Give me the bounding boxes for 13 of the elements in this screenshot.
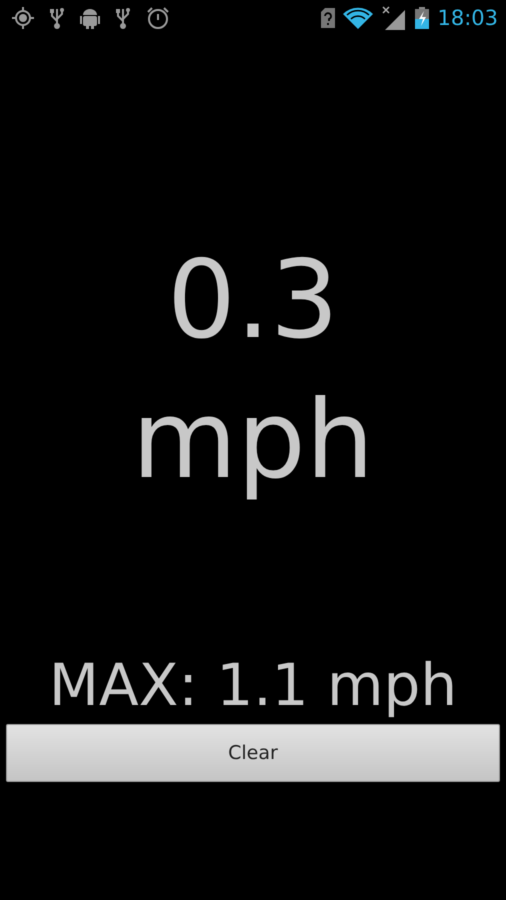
robot-icon bbox=[80, 7, 100, 29]
signal-icon bbox=[381, 6, 408, 30]
clock-time: 18:03 bbox=[437, 8, 498, 28]
sim-card-icon bbox=[321, 8, 336, 28]
wifi-icon bbox=[343, 7, 374, 29]
usb-icon bbox=[116, 7, 130, 29]
gps-icon bbox=[12, 7, 34, 29]
speed-value: 0.3 bbox=[167, 237, 339, 365]
usb-icon bbox=[50, 7, 64, 29]
speed-unit: mph bbox=[132, 377, 374, 506]
clear-button[interactable]: Clear bbox=[6, 724, 500, 782]
battery-icon bbox=[415, 7, 430, 29]
alarm-clock-icon bbox=[146, 6, 170, 30]
